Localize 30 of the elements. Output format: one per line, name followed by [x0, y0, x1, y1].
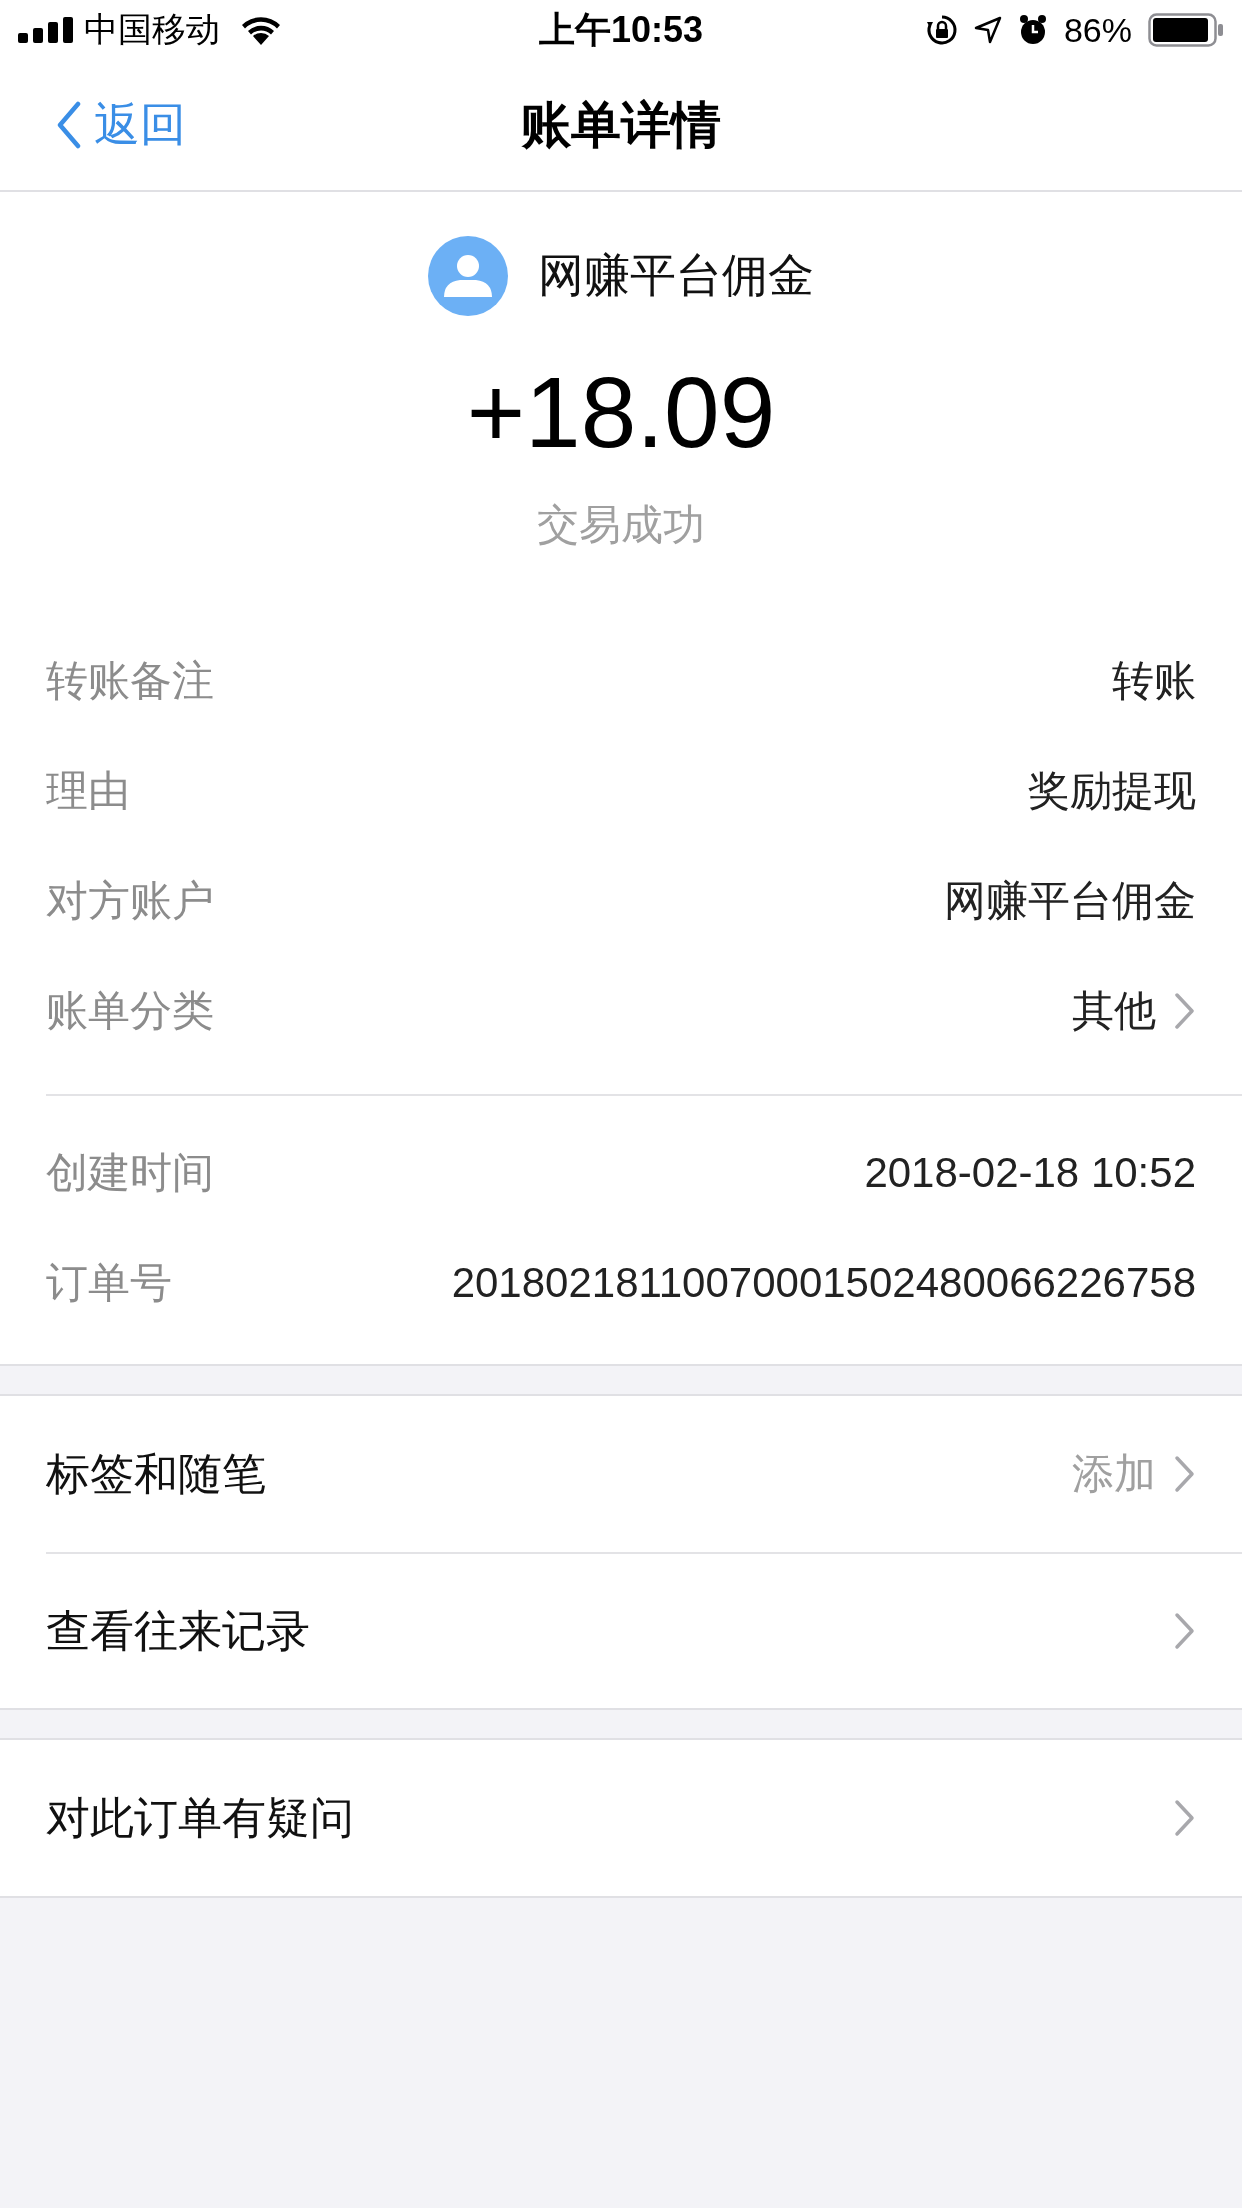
carrier-name: 中国移动 [84, 9, 220, 50]
clock-time: 上午10:53 [538, 7, 704, 52]
add-hint: 添加 [1072, 1449, 1156, 1499]
payer-name: 网赚平台佣金 [538, 248, 814, 303]
location-arrow-icon [973, 16, 1002, 44]
amount: +18.09 [466, 355, 776, 470]
detail-label: 对方账户 [46, 876, 214, 926]
back-chevron-icon [56, 101, 82, 149]
wifi-icon [240, 15, 282, 45]
detail-value: 转账 [1112, 656, 1196, 706]
list-item[interactable]: 查看往来记录 [46, 1552, 1242, 1708]
detail-value: 2018-02-18 10:52 [864, 1149, 1196, 1197]
detail-label: 理由 [46, 766, 130, 816]
page-title: 账单详情 [521, 95, 721, 155]
alarm-clock-icon [1017, 14, 1048, 46]
detail-value: 网赚平台佣金 [944, 876, 1196, 926]
detail-label: 订单号 [46, 1258, 172, 1308]
detail-value: 奖励提现 [1028, 766, 1196, 816]
detail-value: 20180218110070001502480066226758 [451, 1259, 1196, 1307]
battery-icon [1148, 13, 1224, 47]
detail-value: 其他 [1072, 986, 1156, 1036]
rotation-lock-icon [925, 14, 958, 46]
battery-percent: 86% [1063, 10, 1132, 50]
detail-label: 转账备注 [46, 656, 214, 706]
signal-icon [18, 17, 74, 43]
detail-label: 创建时间 [46, 1148, 214, 1198]
avatar-icon [428, 236, 508, 316]
transaction-status: 交易成功 [537, 500, 705, 550]
list-item[interactable]: 标签和随笔 添加 [46, 1396, 1242, 1552]
detail-label: 账单分类 [46, 986, 214, 1036]
